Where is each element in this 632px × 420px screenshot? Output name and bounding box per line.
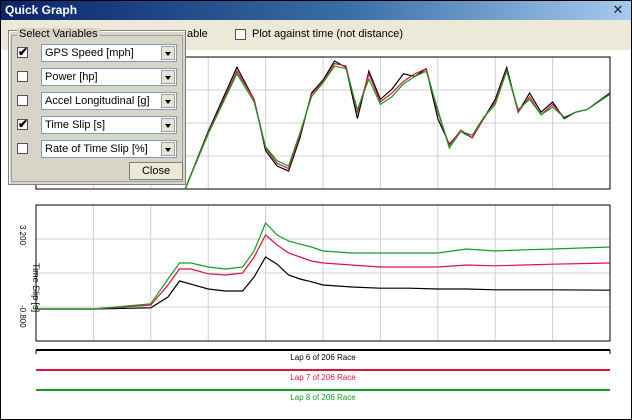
check-mark-icon: ✔	[18, 117, 29, 131]
close-window-icon[interactable]: ✕	[611, 3, 625, 17]
variable-row-accel-longitudinal: Accel Longitudinal [g]	[9, 91, 185, 111]
series-line-lap-6	[184, 60, 611, 190]
close-button[interactable]: Close	[129, 162, 183, 180]
plot-against-time-label: Plot against time (not distance)	[252, 28, 404, 40]
check-mark-icon: ✔	[18, 45, 29, 59]
title-bar[interactable]: Quick Graph ✕	[1, 1, 631, 20]
accel-longitudinal-checkbox[interactable]	[17, 95, 28, 106]
accel-longitudinal-select[interactable]: Accel Longitudinal [g]	[41, 92, 177, 110]
ytick-bottom-label: -0.800	[18, 305, 27, 328]
variable-row-time-slip: ✔ Time Slip [s]	[9, 115, 185, 135]
top-graph-series	[184, 60, 611, 190]
chevron-down-icon[interactable]	[161, 46, 175, 60]
select-variables-panel: Select Variables ✔ GPS Speed [mph] Power…	[8, 28, 186, 185]
accel-longitudinal-select-value: Accel Longitudinal [g]	[45, 95, 150, 107]
ytick-top-label: 3.200	[18, 225, 27, 246]
chevron-down-icon[interactable]	[161, 142, 175, 156]
power-select-value: Power [hp]	[45, 71, 98, 83]
lap-8-label: Lap 8 of 206 Race	[290, 393, 356, 402]
time-slip-checkbox[interactable]: ✔	[17, 117, 29, 131]
variable-row-rate-of-time-slip: Rate of Time Slip [%]	[9, 139, 185, 159]
variable-label-tail: able	[187, 28, 208, 40]
power-checkbox[interactable]	[17, 71, 28, 82]
bottom-graph-grid	[36, 205, 610, 341]
lap-legend: Lap 6 of 206 Race Lap 7 of 206 Race Lap …	[35, 349, 611, 402]
gps-speed-select[interactable]: GPS Speed [mph]	[41, 44, 177, 62]
rate-of-time-slip-select-value: Rate of Time Slip [%]	[45, 143, 148, 155]
time-slip-select-value: Time Slip [s]	[45, 119, 106, 131]
series-line-lap-8	[184, 65, 611, 190]
lap-7-label: Lap 7 of 206 Race	[290, 373, 356, 382]
window-title: Quick Graph	[5, 3, 78, 17]
select-variables-legend: Select Variables	[17, 28, 100, 40]
lap-6-label: Lap 6 of 206 Race	[290, 353, 356, 362]
y-axis-label: Time Slip [s]	[31, 263, 41, 312]
chevron-down-icon[interactable]	[161, 70, 175, 84]
gps-speed-select-value: GPS Speed [mph]	[45, 47, 134, 59]
gps-speed-checkbox[interactable]: ✔	[17, 45, 29, 59]
power-select[interactable]: Power [hp]	[41, 68, 177, 86]
rate-of-time-slip-select[interactable]: Rate of Time Slip [%]	[41, 140, 177, 158]
chevron-down-icon[interactable]	[161, 118, 175, 132]
variable-row-gps-speed: ✔ GPS Speed [mph]	[9, 43, 185, 63]
plot-against-time-checkbox[interactable]	[235, 29, 246, 40]
chevron-down-icon[interactable]	[161, 94, 175, 108]
rate-of-time-slip-checkbox[interactable]	[17, 143, 28, 154]
variable-row-power: Power [hp]	[9, 67, 185, 87]
time-slip-select[interactable]: Time Slip [s]	[41, 116, 177, 134]
